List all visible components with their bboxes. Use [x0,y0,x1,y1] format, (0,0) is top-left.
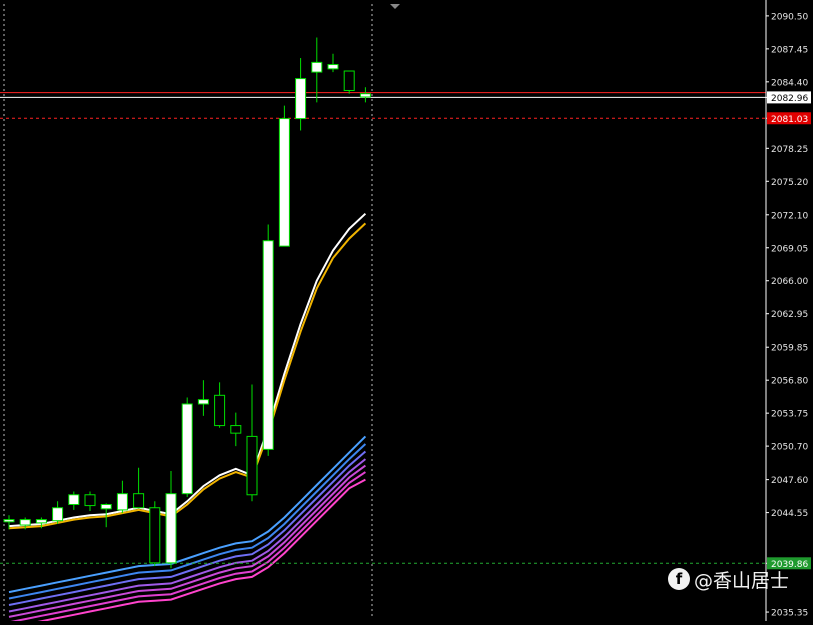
y-tick-label: 2059.85 [771,344,808,354]
chart-svg: 2090.50 2087.45 2084.40 2082.96 2081.03 2078.… [0,0,813,625]
y-tick-label: 2050.70 [771,443,808,453]
candle-body [100,503,112,510]
y-tick-label: 2078.25 [771,145,808,155]
candle-body [52,507,64,522]
candle-body [181,403,193,495]
candle-body [35,519,47,524]
candle-body [165,493,177,564]
y-tick-label: 2047.60 [771,476,808,486]
price-label-text: 2081.03 [771,115,808,125]
candle-body [149,507,161,564]
watermark-logo-icon: f [668,568,690,590]
candle-body [214,394,226,427]
candle-body [133,493,145,509]
watermark-text: @香山居士 [694,569,790,592]
candle-body [262,240,274,450]
y-tick-label: 2084.40 [771,78,808,88]
candle-body [327,64,339,70]
y-tick-label: 2075.20 [771,178,808,188]
price-chart: 2090.50 2087.45 2084.40 2082.96 2081.03 2078.… [0,0,813,625]
candle-body [230,425,242,434]
y-tick-label: 2087.45 [771,45,808,55]
candle-body [84,494,96,507]
candle-body [19,519,31,526]
y-tick-label: 2062.95 [771,310,808,320]
y-tick-label: 2044.55 [771,509,808,519]
y-tick-label: 2069.05 [771,244,808,254]
y-tick-label: 2072.10 [771,211,808,221]
y-tick-label: 2053.75 [771,410,808,420]
candle-body [278,118,290,247]
candle-body [295,78,307,120]
candle-body [246,435,258,496]
candle-body [359,93,371,98]
candle-body [311,61,323,73]
y-tick-label: 2035.35 [771,609,808,619]
y-tick-label: 2090.50 [771,12,808,22]
shift-marker-icon [390,4,400,9]
y-tick-label: 2056.80 [771,377,808,387]
watermark: f @香山居士 [668,566,789,592]
candle-body [197,399,209,405]
candle-body [68,494,80,505]
y-tick-label: 2066.00 [771,277,808,287]
price-label-text: 2082.96 [771,94,808,104]
candle-body [343,70,355,91]
candle-body [3,519,15,523]
candle-body [116,493,128,511]
